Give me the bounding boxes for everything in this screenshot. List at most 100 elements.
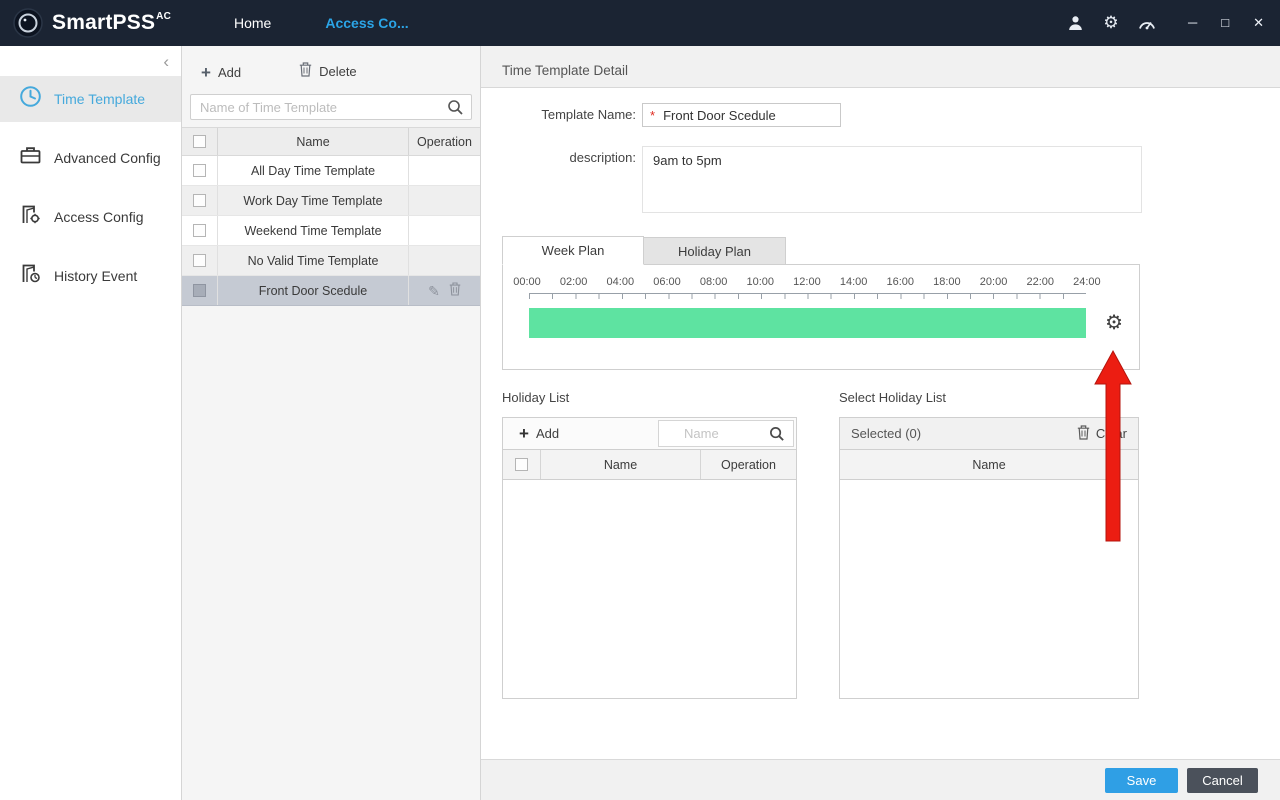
select-holiday-table-body: [839, 480, 1139, 699]
timeline-tick-labels: 00:00 02:00 04:00 06:00 08:00 10:00 12:0…: [507, 276, 1107, 288]
template-name-row: Template Name: * Front Door Scedule: [502, 103, 841, 127]
template-name-field[interactable]: * Front Door Scedule: [642, 103, 841, 127]
sidebar-item-advanced-config[interactable]: Advanced Config: [0, 135, 181, 181]
timeline-ruler: [529, 293, 1086, 299]
add-holiday-button[interactable]: + Add: [519, 426, 559, 441]
required-asterisk: *: [650, 108, 655, 123]
description-label: description:: [502, 146, 636, 213]
plan-tab-bar: Week Plan Holiday Plan: [502, 236, 786, 265]
sidebar-item-time-template[interactable]: Time Template: [0, 76, 181, 122]
close-button[interactable]: ✕: [1253, 0, 1264, 46]
column-header-name: Name: [218, 128, 409, 155]
row-checkbox[interactable]: [193, 254, 206, 267]
add-label: Add: [536, 426, 559, 441]
sidebar-item-label: Time Template: [54, 91, 145, 107]
tab-holiday-plan[interactable]: Holiday Plan: [644, 237, 786, 265]
sidebar-item-label: Access Config: [54, 209, 143, 225]
template-search-box: [190, 94, 472, 120]
delete-label: Delete: [319, 64, 357, 79]
collapse-sidebar-icon[interactable]: ‹: [163, 52, 169, 72]
description-field[interactable]: 9am to 5pm: [642, 146, 1142, 213]
plus-icon: +: [201, 66, 211, 80]
door-gear-icon: [19, 203, 42, 231]
titlebar-right: ⚙ ─ □ ✕: [1066, 0, 1264, 46]
tick-label: 16:00: [880, 276, 920, 288]
search-icon[interactable]: [447, 99, 464, 121]
template-table: Name Operation All Day Time Template Wor…: [182, 127, 480, 306]
clear-label: Clear: [1096, 426, 1127, 441]
door-clock-icon: [19, 262, 42, 290]
sidebar-item-access-config[interactable]: Access Config: [0, 194, 181, 240]
time-template-list-panel: + Add Delete Name: [182, 46, 481, 800]
template-name-label: Template Name:: [502, 103, 636, 127]
sidebar: ‹ Time Template Advanced Config Access C…: [0, 46, 182, 800]
app-name: SmartPSSAC: [52, 11, 171, 35]
add-template-button[interactable]: + Add: [201, 65, 241, 80]
tick-label: 02:00: [554, 276, 594, 288]
table-header-row: Name Operation: [182, 127, 480, 156]
save-button[interactable]: Save: [1105, 768, 1178, 793]
template-name: All Day Time Template: [218, 156, 409, 185]
window-controls: ─ □ ✕: [1188, 0, 1264, 46]
tick-label: 18:00: [927, 276, 967, 288]
clear-selected-button[interactable]: Clear: [1077, 425, 1127, 443]
briefcase-icon: [19, 144, 42, 172]
timeline-settings-gear-icon[interactable]: ⚙: [1105, 313, 1123, 333]
holiday-list-title: Holiday List: [502, 390, 569, 405]
row-checkbox[interactable]: [193, 284, 206, 297]
tab-access-control[interactable]: Access Co...: [298, 0, 435, 46]
column-header-operation: Operation: [701, 450, 796, 479]
delete-row-icon[interactable]: [449, 282, 461, 299]
row-checkbox[interactable]: [193, 194, 206, 207]
tick-label: 12:00: [787, 276, 827, 288]
holiday-select-all-checkbox[interactable]: [515, 458, 528, 471]
table-row[interactable]: Work Day Time Template: [182, 186, 480, 216]
column-header-name: Name: [541, 450, 701, 479]
cancel-button[interactable]: Cancel: [1187, 768, 1258, 793]
row-checkbox[interactable]: [193, 164, 206, 177]
delete-template-button[interactable]: Delete: [299, 62, 357, 80]
holiday-list-box: + Add Name Operation: [502, 417, 797, 699]
sidebar-item-label: Advanced Config: [54, 150, 161, 166]
select-holiday-list-title: Select Holiday List: [839, 390, 946, 405]
trash-icon: [299, 62, 312, 80]
tick-label: 08:00: [694, 276, 734, 288]
select-holiday-list-box: Selected (0) Clear Name: [839, 417, 1139, 699]
tick-label: 06:00: [647, 276, 687, 288]
row-checkbox[interactable]: [193, 224, 206, 237]
holiday-search-input[interactable]: [659, 426, 755, 441]
table-row-selected[interactable]: Front Door Scedule ✎: [182, 276, 480, 306]
tab-week-plan[interactable]: Week Plan: [502, 236, 644, 265]
schedule-period-bar[interactable]: [529, 308, 1086, 338]
edit-pencil-icon[interactable]: ✎: [428, 284, 440, 298]
template-name: Front Door Scedule: [218, 276, 409, 305]
add-label: Add: [218, 65, 241, 80]
trash-icon: [1077, 425, 1090, 443]
tick-label: 00:00: [507, 276, 547, 288]
template-name: Weekend Time Template: [218, 216, 409, 245]
performance-gauge-icon[interactable]: [1138, 14, 1156, 32]
search-icon[interactable]: [769, 426, 785, 447]
sidebar-item-history-event[interactable]: History Event: [0, 253, 181, 299]
header-checkbox-cell: [182, 128, 218, 155]
tab-home[interactable]: Home: [207, 0, 298, 46]
table-row[interactable]: All Day Time Template: [182, 156, 480, 186]
holiday-table-header: Name Operation: [502, 450, 797, 480]
template-search-input[interactable]: [191, 96, 471, 118]
column-header-name: Name: [840, 450, 1138, 479]
table-row[interactable]: Weekend Time Template: [182, 216, 480, 246]
user-icon[interactable]: [1066, 14, 1084, 32]
app-window: SmartPSSAC Home Access Co... ⚙ ─ □ ✕ ‹: [0, 0, 1280, 800]
minimize-button[interactable]: ─: [1188, 0, 1197, 46]
titlebar: SmartPSSAC Home Access Co... ⚙ ─ □ ✕: [0, 0, 1280, 46]
week-plan-timeline: 00:00 02:00 04:00 06:00 08:00 10:00 12:0…: [502, 264, 1140, 370]
table-row[interactable]: No Valid Time Template: [182, 246, 480, 276]
tick-label: 24:00: [1067, 276, 1107, 288]
holiday-list-toolbar: + Add: [502, 417, 797, 450]
maximize-button[interactable]: □: [1221, 0, 1229, 46]
holiday-search-box: [658, 420, 794, 447]
top-tab-bar: Home Access Co...: [207, 0, 436, 46]
select-all-checkbox[interactable]: [193, 135, 206, 148]
settings-gear-icon[interactable]: ⚙: [1102, 14, 1120, 32]
template-name: No Valid Time Template: [218, 246, 409, 275]
